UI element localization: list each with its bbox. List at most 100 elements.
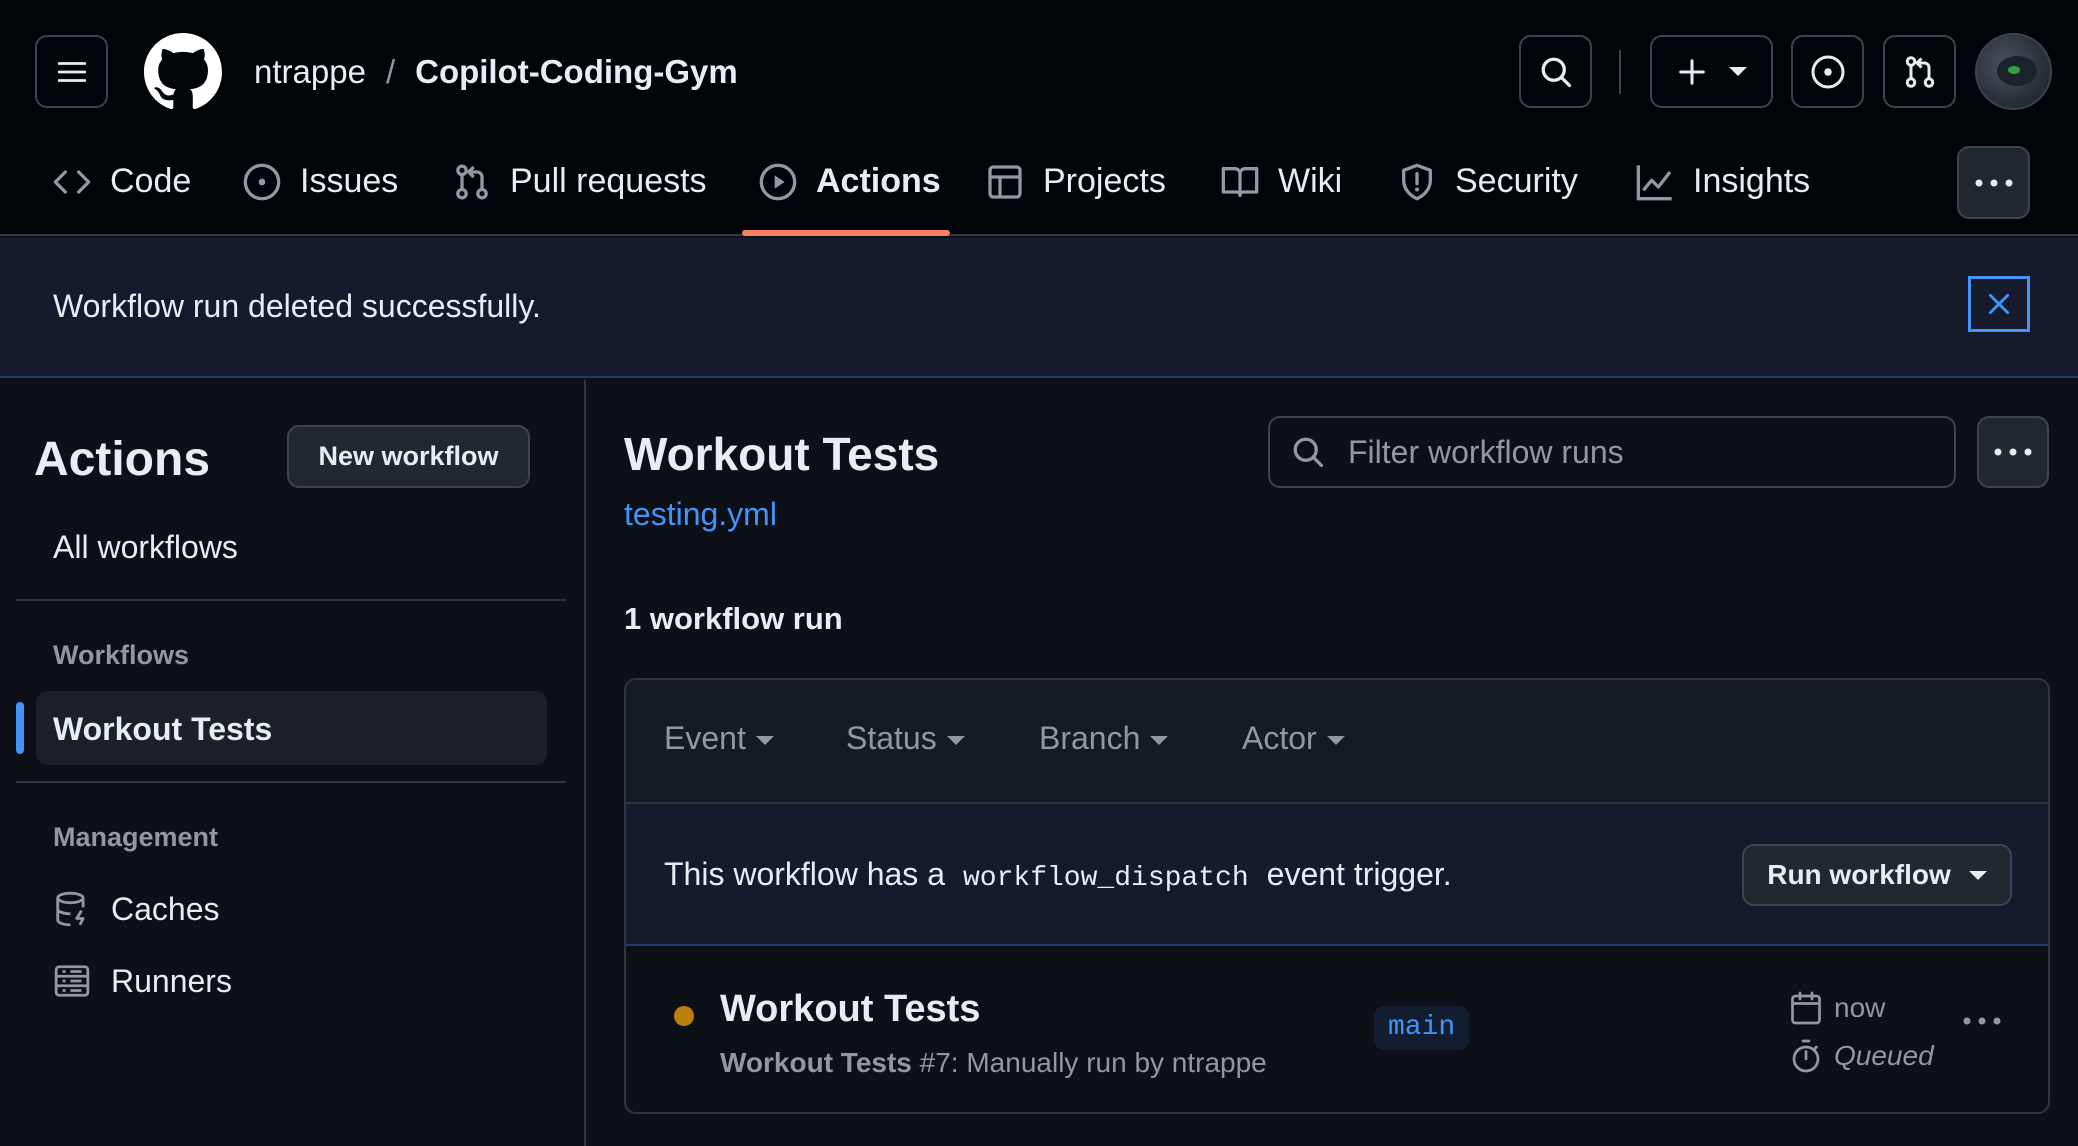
play-icon: [759, 163, 797, 201]
avatar[interactable]: [1975, 33, 2052, 110]
dropdown-label: Event: [664, 720, 746, 756]
graph-icon: [1636, 165, 1672, 201]
event-filter-dropdown[interactable]: Event: [664, 720, 774, 757]
run-workflow-button[interactable]: Run workflow: [1742, 844, 2012, 906]
flash-banner: Workflow run deleted successfully.: [0, 238, 2078, 378]
dispatch-code: workflow_dispatch: [962, 863, 1249, 894]
chevron-down-icon: [1150, 736, 1169, 745]
tab-label: Code: [110, 162, 192, 200]
sidebar-title: Actions: [34, 433, 211, 486]
dismiss-flash-button[interactable]: [1968, 276, 2030, 332]
queued-status-icon: [674, 1006, 694, 1026]
workflow-run-count: 1 workflow run: [624, 601, 843, 636]
search-button[interactable]: [1519, 35, 1592, 108]
workflow-menu-button[interactable]: [1977, 416, 2049, 488]
tab-issues[interactable]: Issues: [242, 146, 398, 236]
sidebar-item-label: Caches: [111, 890, 220, 927]
create-new-button[interactable]: [1650, 35, 1773, 108]
tab-insights[interactable]: Insights: [1635, 146, 1810, 236]
run-status-label: Queued: [1834, 1040, 1934, 1071]
tab-projects[interactable]: Projects: [985, 146, 1166, 236]
menu-button[interactable]: [35, 35, 108, 108]
code-icon: [53, 170, 91, 194]
search-icon: [1541, 57, 1571, 87]
book-icon: [1221, 167, 1259, 197]
chevron-down-icon: [755, 736, 774, 745]
issue-opened-icon: [1811, 55, 1844, 88]
pull-requests-button[interactable]: [1883, 35, 1956, 108]
run-duration: Queued: [1788, 1038, 1934, 1074]
app-header: ntrappe / Copilot-Coding-Gym Code Issues…: [0, 0, 2078, 236]
close-icon: [1988, 293, 2010, 315]
sidebar-item-label: Workout Tests: [53, 711, 273, 747]
dropdown-label: Branch: [1039, 720, 1141, 756]
active-item-indicator: [16, 702, 24, 754]
sidebar-item-caches[interactable]: Caches: [53, 890, 220, 928]
run-workflow-label: Run workflow: [1767, 859, 1951, 890]
kebab-horizontal-icon: [1963, 1017, 2001, 1025]
actor-filter-dropdown[interactable]: Actor: [1242, 720, 1345, 757]
workflow-title: Workout Tests: [624, 428, 940, 480]
database-icon: [56, 891, 85, 927]
dropdown-label: Actor: [1242, 720, 1317, 756]
tab-actions[interactable]: Actions: [758, 146, 941, 236]
tab-wiki[interactable]: Wiki: [1220, 146, 1342, 236]
repo-owner-link[interactable]: ntrappe: [254, 50, 366, 94]
tab-label: Actions: [816, 162, 941, 200]
run-time: now: [1788, 990, 1885, 1026]
runs-filter-bar: Event Status Branch Actor: [626, 680, 2048, 804]
branch-badge[interactable]: main: [1374, 1006, 1470, 1050]
chevron-down-icon: [946, 736, 965, 745]
run-detail: #7: Manually run by ntrappe: [919, 1047, 1267, 1078]
issue-opened-icon: [243, 163, 281, 201]
filter-workflow-runs[interactable]: [1268, 416, 1956, 488]
tab-pull-requests[interactable]: Pull requests: [452, 146, 707, 236]
breadcrumb: ntrappe / Copilot-Coding-Gym: [254, 50, 738, 94]
repo-name-link[interactable]: Copilot-Coding-Gym: [415, 50, 738, 94]
status-filter-dropdown[interactable]: Status: [846, 720, 965, 757]
sidebar-item-all-workflows[interactable]: All workflows: [53, 527, 238, 567]
shield-icon: [1402, 163, 1432, 201]
chevron-down-icon: [1968, 870, 1987, 880]
git-pull-request-icon: [456, 164, 488, 200]
run-time-label: now: [1834, 992, 1886, 1023]
filter-input[interactable]: [1348, 433, 1948, 471]
tab-label: Wiki: [1278, 162, 1343, 200]
run-menu-button[interactable]: [1962, 1016, 2002, 1026]
breadcrumb-separator: /: [385, 53, 396, 90]
dispatch-message: This workflow has a workflow_dispatch ev…: [664, 854, 1452, 899]
more-tabs-button[interactable]: [1957, 146, 2030, 219]
branch-filter-dropdown[interactable]: Branch: [1039, 720, 1169, 757]
actions-sidebar: Actions New workflow All workflows Workf…: [0, 380, 586, 1146]
workflow-runs-box: Event Status Branch Actor This workflow …: [624, 678, 2050, 1114]
git-pull-request-icon: [1905, 55, 1934, 88]
sidebar-divider: [16, 599, 566, 601]
run-title-link[interactable]: Workout Tests: [720, 986, 980, 1032]
sidebar-item-runners[interactable]: Runners: [53, 962, 232, 1000]
workflow-run-row[interactable]: Workout Tests Workout Tests #7: Manually…: [626, 946, 2048, 1112]
chevron-down-icon: [1728, 67, 1747, 76]
run-workflow-name: Workout Tests: [720, 1047, 912, 1078]
dropdown-label: Status: [846, 720, 937, 756]
active-tab-indicator: [742, 230, 950, 236]
hamburger-icon: [57, 61, 86, 82]
workflow-dispatch-banner: This workflow has a workflow_dispatch ev…: [626, 804, 2048, 946]
tab-label: Security: [1455, 162, 1578, 200]
github-logo-icon[interactable]: [144, 33, 222, 111]
dispatch-suffix: event trigger.: [1266, 856, 1452, 892]
calendar-icon: [1791, 991, 1821, 1025]
tab-security[interactable]: Security: [1397, 146, 1578, 236]
new-workflow-button[interactable]: New workflow: [287, 425, 530, 488]
tab-code[interactable]: Code: [52, 146, 191, 236]
kebab-horizontal-icon: [1975, 179, 2012, 186]
tab-label: Pull requests: [510, 162, 707, 200]
workflow-file-link[interactable]: testing.yml: [624, 494, 777, 534]
workflows-heading: Workflows: [53, 640, 190, 670]
issues-button[interactable]: [1791, 35, 1864, 108]
chevron-down-icon: [1326, 736, 1345, 745]
tab-label: Projects: [1043, 162, 1166, 200]
management-heading: Management: [53, 822, 219, 852]
run-subtitle: Workout Tests #7: Manually run by ntrapp…: [720, 1046, 1267, 1080]
sidebar-divider: [16, 781, 566, 783]
server-icon: [54, 965, 90, 997]
